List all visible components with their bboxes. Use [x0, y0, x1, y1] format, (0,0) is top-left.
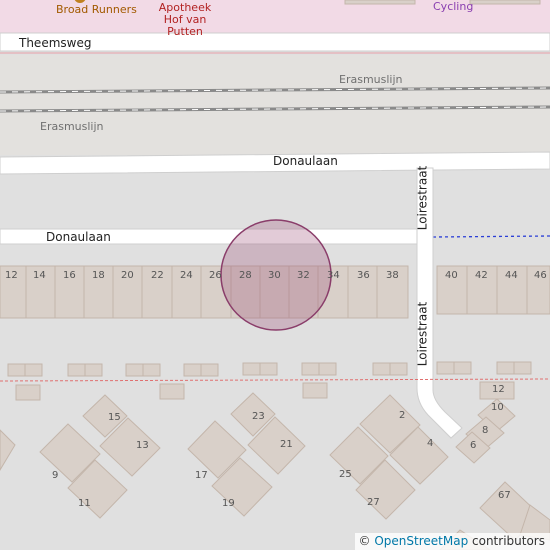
house-number: 18	[92, 270, 105, 281]
house-number: 24	[180, 270, 193, 281]
map-view[interactable]: Broad Runners Apotheek Hof van Putten Cy…	[0, 0, 550, 550]
house-number: 67	[498, 490, 511, 501]
street-label-donaulaan-west: Donaulaan	[46, 230, 111, 244]
house-number: 27	[367, 497, 380, 508]
railway-label: Erasmuslijn	[40, 120, 104, 133]
house-number: 26	[209, 270, 222, 281]
poi-apotheek[interactable]: Apotheek Hof van Putten	[155, 2, 215, 38]
house-number: 20	[121, 270, 134, 281]
house-number: 9	[52, 470, 59, 481]
street-label-theemsweg: Theemsweg	[19, 36, 92, 50]
house-number: 42	[475, 270, 488, 281]
house-number: 22	[151, 270, 164, 281]
house-number: 4	[427, 438, 434, 449]
house-number: 25	[339, 469, 352, 480]
poi-cycling[interactable]: Cycling	[433, 0, 473, 13]
house-number: 21	[280, 439, 293, 450]
house-number: 14	[33, 270, 46, 281]
poi-broad-runners[interactable]: Broad Runners	[56, 4, 137, 16]
house-number: 19	[222, 498, 235, 509]
house-number: 46	[534, 270, 547, 281]
house-number: 23	[252, 411, 265, 422]
house-number: 12	[492, 384, 505, 395]
house-number: 11	[78, 498, 91, 509]
house-cluster-far-east	[439, 398, 550, 550]
building	[469, 0, 541, 5]
railway-area	[0, 55, 550, 155]
house-number: 28	[239, 270, 252, 281]
copyright-symbol: ©	[358, 534, 371, 548]
railway-label: Erasmuslijn	[339, 73, 403, 86]
house-number: 2	[399, 410, 406, 421]
house-number: 15	[108, 412, 121, 423]
house-number: 16	[63, 270, 76, 281]
street-label-donaulaan: Donaulaan	[273, 154, 338, 168]
house-number: 30	[268, 270, 281, 281]
attribution-suffix: contributors	[472, 534, 545, 548]
house-number: 36	[357, 270, 370, 281]
footpath	[432, 235, 550, 238]
street-label-loirestraat: Loirestraat	[415, 165, 430, 231]
house-number: 13	[136, 440, 149, 451]
house-number: 34	[327, 270, 340, 281]
house-number: 38	[386, 270, 399, 281]
row-houses-west	[0, 265, 409, 319]
house-number: 10	[491, 402, 504, 413]
house-number: 40	[445, 270, 458, 281]
building	[344, 0, 416, 5]
house-number: 32	[297, 270, 310, 281]
house-number: 8	[482, 425, 489, 436]
house-number: 17	[195, 470, 208, 481]
house-number: 44	[505, 270, 518, 281]
house-number: 6	[470, 440, 477, 451]
house-cluster-middle	[187, 392, 306, 517]
house-number: 12	[5, 270, 18, 281]
boundary-dashed	[0, 378, 550, 382]
map-attribution: © OpenStreetMap contributors	[354, 533, 550, 550]
street-label-loirestraat: Loirestraat	[415, 301, 430, 367]
openstreetmap-link[interactable]: OpenStreetMap	[374, 534, 468, 548]
